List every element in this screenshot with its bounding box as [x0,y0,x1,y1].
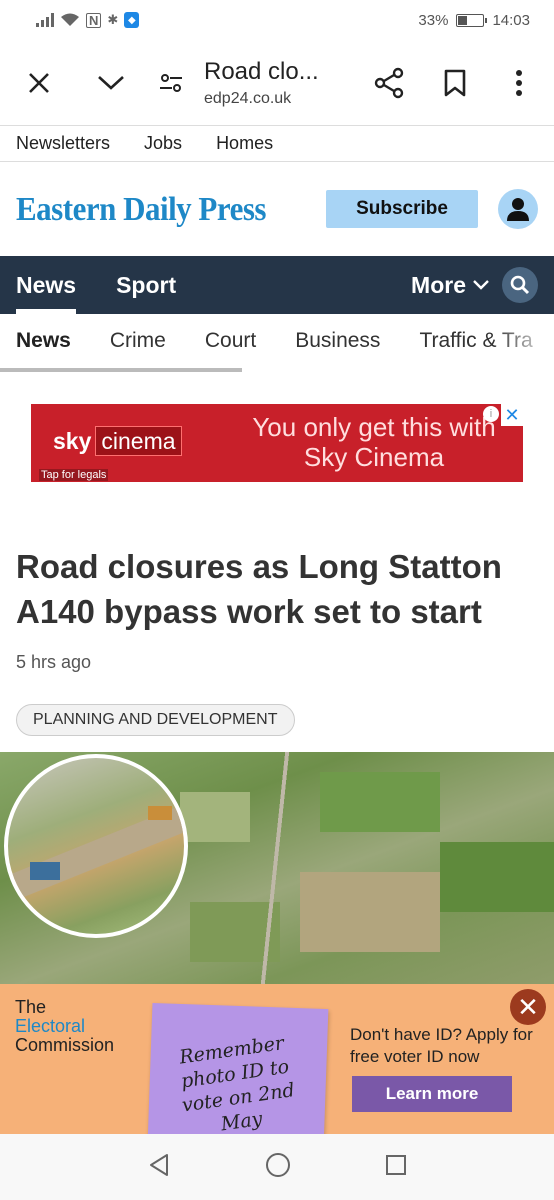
chevron-down-icon [473,280,489,290]
signal-icon [36,13,54,27]
bookmark-icon [444,69,466,96]
field-patch [300,872,440,952]
article-timestamp: 5 hrs ago [16,652,92,672]
subscribe-button[interactable]: Subscribe [326,190,478,228]
page-url: edp24.co.uk [204,89,292,107]
bluetooth-icon: ✱ [107,12,119,27]
ad-info-icon[interactable]: i [483,406,499,422]
field-patch [440,842,554,912]
status-bar: N ✱ ◆ 33% 14:03 [0,0,554,40]
more-vert-icon [516,69,522,96]
electoral-commission-logo: The Electoral Commission [15,997,115,1055]
nav-news[interactable]: News [16,256,77,314]
lorry [30,862,60,880]
recents-button[interactable] [385,1154,407,1181]
back-triangle-icon [150,1153,168,1176]
share-button[interactable] [366,60,412,106]
chevron-down-icon [98,75,124,90]
subnav-scroll-indicator [0,368,242,372]
clock: 14:03 [492,11,530,29]
subnav-fade [494,314,554,368]
banner-close-button[interactable]: ✕ [510,989,546,1025]
nav-more-button[interactable]: More [411,272,490,299]
tune-icon [160,73,182,92]
sticky-note-text: Remember photo ID to vote on 2nd May [177,1032,296,1134]
subnav-news[interactable]: News [16,329,71,353]
subnav-crime[interactable]: Crime [110,329,166,353]
page-title: Road clo... [204,57,319,85]
bookmark-button[interactable] [432,60,478,106]
minimize-button[interactable] [88,60,134,106]
battery-icon [456,13,488,27]
close-tab-button[interactable] [16,60,62,106]
homes-link[interactable]: Homes [216,133,273,154]
recents-square-icon [386,1154,406,1175]
site-logo[interactable]: Eastern Daily Press [16,190,326,229]
main-nav: News Sport More [0,256,554,314]
ad-close-button[interactable]: ✕ [501,404,523,426]
user-icon [507,198,529,221]
system-navigation-bar [0,1134,554,1200]
article-category-tag[interactable]: PLANNING AND DEVELOPMENT [16,704,295,736]
lorry [148,806,172,820]
voter-id-text: Don't have ID? Apply for free voter ID n… [350,1025,533,1066]
sub-nav: News Crime Court Business Traffic & Tra [0,314,554,368]
jobs-link[interactable]: Jobs [144,133,182,154]
ad-logo: sky cinema [53,426,182,456]
home-circle-icon [266,1152,290,1177]
subnav-court[interactable]: Court [205,329,256,353]
search-icon [510,275,530,295]
account-button[interactable] [498,189,538,229]
wifi-icon [61,13,79,26]
sticky-note: Remember photo ID to vote on 2nd May [147,1002,329,1134]
back-button[interactable] [147,1153,171,1182]
electoral-commission-banner[interactable]: The Electoral Commission Remember photo … [0,984,554,1134]
share-icon [374,67,404,98]
road-illustration [242,752,308,984]
sky-cinema-ad[interactable]: sky cinema You only get this with Sky Cin… [31,404,523,482]
browser-toolbar: Road clo... edp24.co.uk [0,40,554,126]
close-icon [29,72,49,93]
ad-promo-text: You only get this with Sky Cinema [252,412,496,472]
shield-app-icon: ◆ [124,12,140,28]
top-links: Newsletters Jobs Homes [0,126,554,162]
search-button[interactable] [502,267,538,303]
bypass-render-inset [4,754,188,938]
page-title-block[interactable]: Road clo... edp24.co.uk [204,58,366,108]
field-patch [320,772,440,832]
ad-legal-link[interactable]: Tap for legals [39,469,109,481]
subnav-business[interactable]: Business [295,329,380,353]
newsletters-link[interactable]: Newsletters [16,133,110,154]
nav-more-label: More [411,271,466,298]
overflow-menu-button[interactable] [496,60,542,106]
article-headline: Road closures as Long Statton A140 bypas… [16,548,502,630]
battery-percentage: 33% [418,11,449,29]
learn-more-button[interactable]: Learn more [352,1076,512,1112]
nav-sport[interactable]: Sport [116,256,176,314]
site-settings-button[interactable] [148,60,194,106]
field-patch [180,792,250,842]
nfc-icon: N [86,12,102,28]
status-icons: N ✱ ◆ [36,12,140,28]
masthead: Eastern Daily Press Subscribe [0,162,554,256]
home-button[interactable] [265,1152,291,1183]
